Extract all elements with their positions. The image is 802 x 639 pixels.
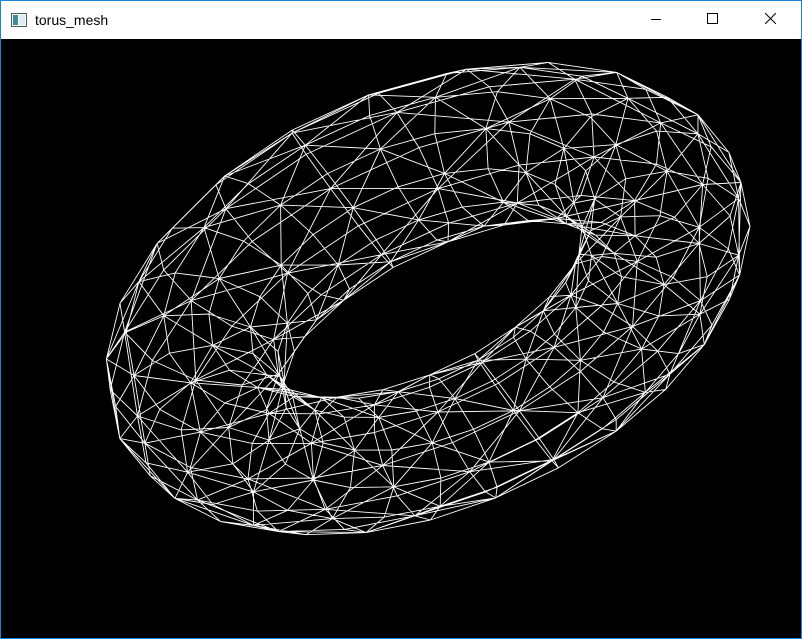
window-title: torus_mesh (35, 12, 109, 28)
minimize-icon (651, 11, 661, 29)
maximize-button[interactable] (689, 1, 735, 39)
maximize-icon (706, 11, 718, 29)
close-icon (764, 11, 776, 29)
title-bar[interactable]: torus_mesh (1, 1, 801, 39)
app-window: torus_mesh (0, 0, 802, 639)
torus-wireframe (105, 61, 751, 536)
render-viewport[interactable] (1, 39, 801, 638)
minimize-button[interactable] (633, 1, 679, 39)
app-window-icon (11, 12, 27, 28)
close-button[interactable] (747, 1, 793, 39)
torus-mesh-edges (105, 61, 751, 536)
